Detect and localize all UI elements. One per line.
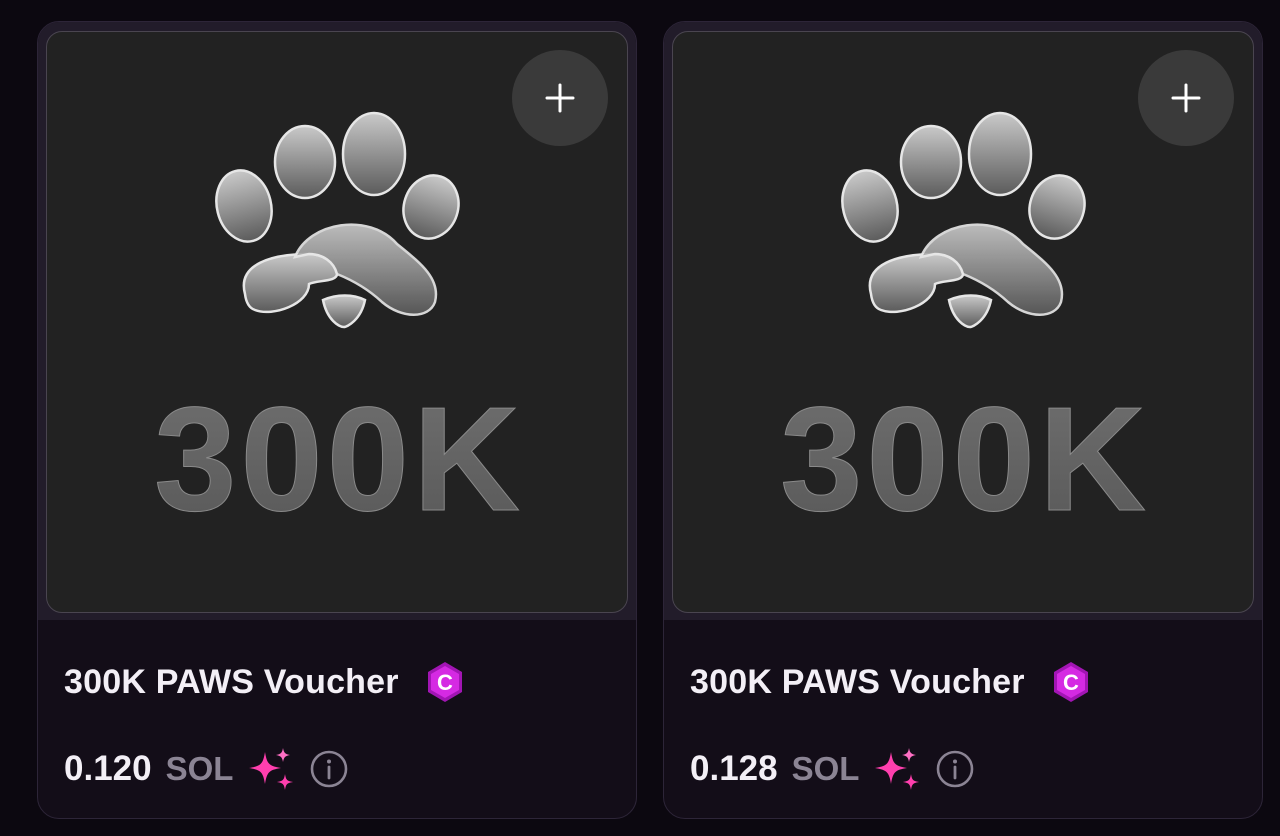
card-info: 300K PAWS Voucher C 0.120 SOL: [38, 620, 636, 818]
sparkle-icon: [875, 748, 920, 790]
card-media-frame: 300K: [38, 22, 636, 620]
price-value: 0.128: [690, 749, 778, 788]
price-row: 0.128 SOL: [690, 746, 975, 792]
voucher-image[interactable]: 300K: [46, 31, 628, 613]
plus-icon: [1171, 83, 1201, 113]
paw-icon: [215, 111, 460, 329]
c-badge-icon: C: [1053, 662, 1088, 702]
info-icon[interactable]: [935, 749, 975, 789]
voucher-image[interactable]: 300K: [672, 31, 1254, 613]
sparkle-icon: [249, 748, 294, 790]
voucher-card[interactable]: 300K 300K PAWS Voucher C 0.120 SOL: [37, 21, 637, 819]
card-info: 300K PAWS Voucher C 0.128 SOL: [664, 620, 1262, 818]
add-to-cart-button[interactable]: [512, 50, 608, 146]
title-row: 300K PAWS Voucher C: [64, 660, 467, 704]
add-to-cart-button[interactable]: [1138, 50, 1234, 146]
voucher-grid: 300K 300K PAWS Voucher C 0.120 SOL 300K …: [0, 0, 1280, 836]
price-currency: SOL: [791, 750, 860, 787]
paw-icon: [841, 111, 1086, 329]
voucher-image-text: 300K: [154, 377, 524, 542]
card-media-frame: 300K: [664, 22, 1262, 620]
price-currency: SOL: [165, 750, 234, 787]
voucher-title[interactable]: 300K PAWS Voucher: [690, 663, 1025, 702]
voucher-title[interactable]: 300K PAWS Voucher: [64, 663, 399, 702]
badge-letter: C: [437, 670, 453, 695]
voucher-image-text: 300K: [780, 377, 1150, 542]
badge-letter: C: [1063, 670, 1079, 695]
title-row: 300K PAWS Voucher C: [690, 660, 1093, 704]
c-badge-icon: C: [427, 662, 462, 702]
info-icon[interactable]: [309, 749, 349, 789]
price-row: 0.120 SOL: [64, 746, 349, 792]
voucher-card[interactable]: 300K 300K PAWS Voucher C 0.128 SOL: [663, 21, 1263, 819]
price-value: 0.120: [64, 749, 152, 788]
plus-icon: [545, 83, 575, 113]
